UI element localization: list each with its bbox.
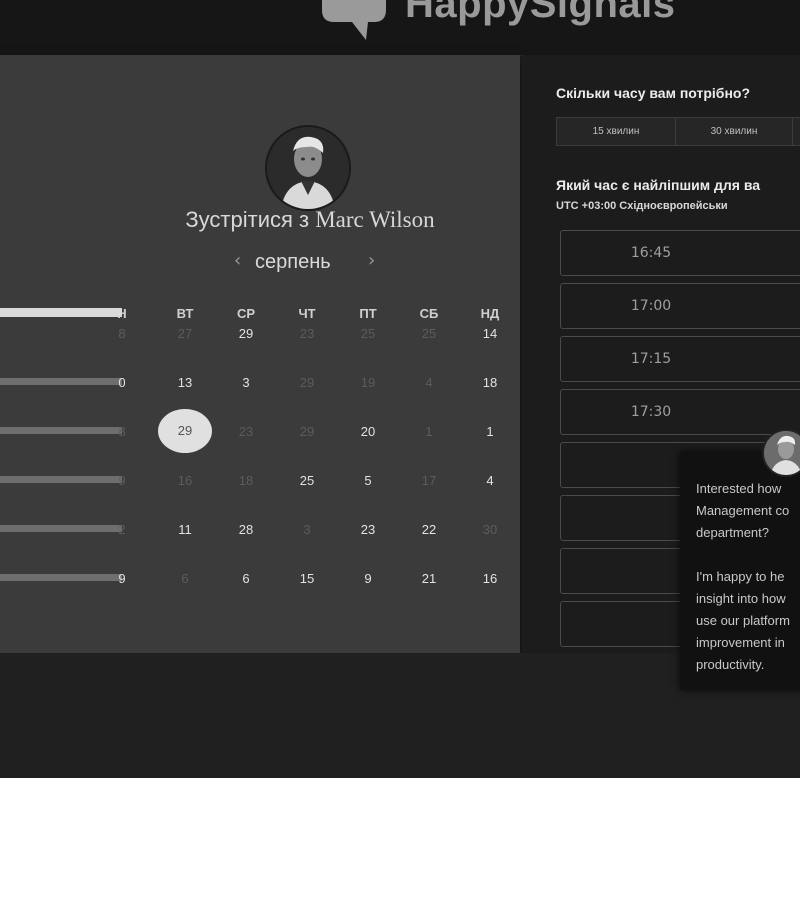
- calendar-date[interactable]: 6: [226, 571, 266, 586]
- duration-heading: Скільки часу вам потрібно?: [556, 85, 751, 101]
- calendar-date[interactable]: 28: [226, 522, 266, 537]
- calendar-date[interactable]: 0: [102, 375, 142, 390]
- calendar-date[interactable]: 20: [348, 424, 388, 439]
- calendar-date[interactable]: 4: [470, 473, 510, 488]
- time-slot[interactable]: 17:00: [560, 283, 800, 329]
- calendar-date[interactable]: 11: [165, 522, 205, 537]
- selected-date[interactable]: 29: [158, 409, 212, 453]
- month-label: серпень: [255, 251, 331, 273]
- chat-message-line: Interested how: [696, 481, 782, 496]
- calendar-date: 2: [118, 522, 126, 537]
- chat-message-line: productivity.: [696, 657, 765, 672]
- calendar-date: 4: [425, 375, 433, 390]
- calendar-date: 23: [238, 424, 254, 439]
- weekday-header: СБ: [419, 306, 439, 321]
- duration-options: 15 хвилин 30 хвилин: [556, 117, 800, 146]
- time-heading: Який час є найліпшим для ва: [556, 177, 761, 193]
- calendar-date: 3: [303, 522, 311, 537]
- calendar-date: 19: [360, 375, 376, 390]
- person-portrait-icon: [267, 127, 349, 209]
- calendar-date: 6: [181, 571, 189, 586]
- chevron-left-icon[interactable]: ‹: [234, 250, 241, 271]
- calendar-date[interactable]: 25: [287, 473, 327, 488]
- calendar-date[interactable]: 16: [470, 571, 510, 586]
- calendar-date[interactable]: 14: [470, 326, 510, 341]
- calendar-date: 30: [482, 522, 498, 537]
- calendar-date: 8: [118, 326, 126, 341]
- chat-message-line: I'm happy to he: [696, 569, 785, 584]
- meeting-title: Зустрітися з Marc Wilson: [100, 207, 520, 233]
- host-avatar: [265, 125, 351, 211]
- calendar-date: 25: [360, 326, 376, 341]
- calendar-date[interactable]: 13: [165, 375, 205, 390]
- time-slot-label: 17:30: [630, 404, 672, 420]
- calendar-date: 27: [177, 326, 193, 341]
- weekday-header: ВТ: [176, 306, 194, 321]
- speech-bubble-logo-icon: [322, 0, 386, 40]
- calendar-date: 8: [118, 424, 126, 439]
- calendar-date: 18: [238, 473, 254, 488]
- weekday-header: ЧТ: [298, 306, 316, 321]
- calendar-date[interactable]: 15: [287, 571, 327, 586]
- chat-message-line: department?: [696, 525, 769, 540]
- agent-portrait-icon: [764, 431, 800, 475]
- calendar-date[interactable]: 5: [348, 473, 388, 488]
- month-navigation: ‹ серпень ›: [200, 250, 420, 278]
- app-screen: HappySignals Зустрітися з Marc Wilson ‹ …: [0, 0, 800, 778]
- calendar-date: 17: [421, 473, 437, 488]
- chat-message-line: Management co: [696, 503, 790, 518]
- duration-30-button[interactable]: 30 хвилин: [675, 117, 793, 146]
- calendar-date[interactable]: 18: [470, 375, 510, 390]
- time-slot-label: 16:45: [630, 245, 672, 261]
- calendar-date: 29: [299, 375, 315, 390]
- duration-more-button[interactable]: [792, 117, 800, 146]
- chevron-right-icon[interactable]: ›: [368, 250, 375, 271]
- calendar-date[interactable]: 3: [226, 375, 266, 390]
- calendar-date[interactable]: 22: [409, 522, 449, 537]
- weekday-header: СР: [236, 306, 256, 321]
- calendar-date[interactable]: 21: [409, 571, 449, 586]
- brand-logo-text: HappySignals: [405, 0, 676, 26]
- chat-message-line: use our platform: [696, 613, 790, 628]
- calendar-date: 9: [118, 473, 126, 488]
- calendar-date: 29: [299, 424, 315, 439]
- time-slot[interactable]: 16:45: [560, 230, 800, 276]
- chat-message-line: improvement in: [696, 635, 785, 650]
- timezone-label[interactable]: UTC +03:00 Східноєвропейськи: [556, 200, 728, 212]
- calendar-date: 1: [425, 424, 433, 439]
- time-slot[interactable]: 17:30: [560, 389, 800, 435]
- weekday-header: ПТ: [359, 306, 377, 321]
- time-slot-label: 17:00: [630, 298, 672, 314]
- chat-message-line: insight into how: [696, 591, 786, 606]
- meeting-title-prefix: Зустрітися з: [185, 207, 310, 232]
- calendar-row-bar: [0, 308, 122, 317]
- time-slot[interactable]: 17:15: [560, 336, 800, 382]
- weekday-header: НД: [480, 306, 500, 321]
- calendar-date[interactable]: 23: [348, 522, 388, 537]
- calendar-date: 16: [177, 473, 193, 488]
- duration-15-button[interactable]: 15 хвилин: [556, 117, 676, 146]
- top-brand-bar: HappySignals: [0, 0, 800, 56]
- calendar-date[interactable]: 9: [102, 571, 142, 586]
- calendar-date[interactable]: 29: [226, 326, 266, 341]
- calendar-date[interactable]: 9: [348, 571, 388, 586]
- calendar-date: 23: [299, 326, 315, 341]
- calendar-panel: Зустрітися з Marc Wilson ‹ серпень › НВТ…: [0, 55, 520, 653]
- calendar-date: 25: [421, 326, 437, 341]
- host-name: Marc Wilson: [315, 207, 435, 232]
- time-slot-label: 17:15: [630, 351, 672, 367]
- calendar-date[interactable]: 1: [470, 424, 510, 439]
